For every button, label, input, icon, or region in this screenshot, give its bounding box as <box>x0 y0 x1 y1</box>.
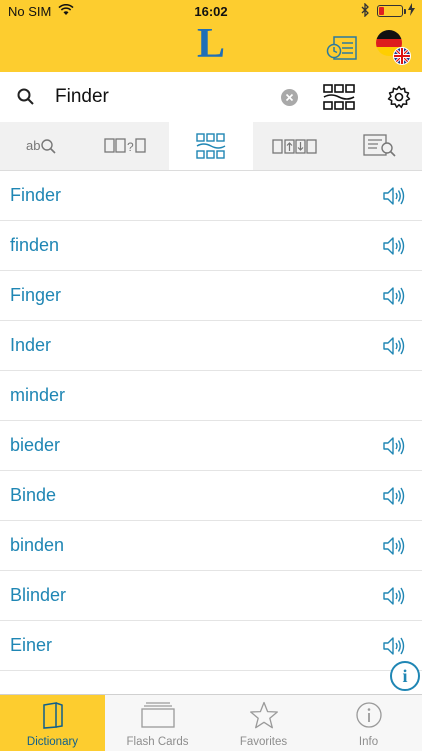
list-item[interactable]: Finger <box>0 271 422 321</box>
language-switch-button[interactable] <box>374 28 412 66</box>
mode-tab-flashcard-transfer[interactable] <box>253 122 337 170</box>
list-item[interactable]: Einer <box>0 621 422 671</box>
result-word: bieder <box>10 435 61 455</box>
list-item[interactable]: Finder <box>0 171 422 221</box>
bluetooth-icon <box>360 2 370 20</box>
result-word: Finder <box>10 185 62 205</box>
svg-text:ab: ab <box>26 138 40 153</box>
search-bar <box>0 72 422 123</box>
tab-label: Favorites <box>239 736 288 748</box>
speaker-icon[interactable] <box>382 185 406 207</box>
word-grid-icon <box>196 133 226 159</box>
gear-icon <box>387 85 411 109</box>
clock: 16:02 <box>194 4 228 19</box>
speaker-icon[interactable] <box>382 335 406 357</box>
search-mode-tabs: ab ? <box>0 122 422 171</box>
tab-label: Info <box>358 736 379 748</box>
speaker-icon[interactable] <box>382 435 406 457</box>
list-item[interactable]: finden <box>0 221 422 271</box>
tab-favorites[interactable]: Favorites <box>211 695 316 751</box>
word-grid-button[interactable] <box>323 84 355 110</box>
speaker-icon[interactable] <box>382 285 406 307</box>
flash-cards-icon <box>105 701 210 729</box>
history-button[interactable] <box>326 34 358 62</box>
speaker-icon[interactable] <box>382 635 406 657</box>
svg-text:?: ? <box>127 140 134 154</box>
bottom-tab-bar: Dictionary Flash Cards Favorites Info <box>0 694 422 751</box>
tab-label: Flash Cards <box>126 736 189 748</box>
tab-info[interactable]: Info <box>316 695 421 751</box>
german-english-flag-icon <box>376 30 411 65</box>
list-item[interactable]: Blinder <box>0 571 422 621</box>
mode-tab-full-text-search[interactable] <box>338 122 422 170</box>
ab-search-icon: ab <box>26 138 56 154</box>
tab-dictionary[interactable]: Dictionary <box>0 695 105 751</box>
list-item[interactable]: Binde <box>0 471 422 521</box>
word-quiz-icon: ? <box>104 138 146 154</box>
battery-icon <box>377 5 406 17</box>
flashcard-transfer-icon <box>272 139 317 154</box>
speaker-icon[interactable] <box>382 485 406 507</box>
list-item[interactable]: binden <box>0 521 422 571</box>
result-word: finden <box>10 235 60 255</box>
speaker-icon[interactable] <box>382 235 406 257</box>
speaker-icon[interactable] <box>382 535 406 557</box>
result-word: binden <box>10 535 65 555</box>
result-word: Binde <box>10 485 57 505</box>
list-item[interactable]: minder <box>0 371 422 421</box>
result-word: Inder <box>10 335 52 355</box>
mode-tab-word-grid[interactable] <box>169 122 253 170</box>
word-grid-icon <box>323 84 355 110</box>
result-word: Blinder <box>10 585 67 605</box>
result-word: minder <box>10 385 66 405</box>
mode-tab-spelling-search[interactable]: ab <box>0 122 84 170</box>
search-icon <box>16 87 36 107</box>
mode-tab-word-quiz[interactable]: ? <box>84 122 168 170</box>
tab-flash-cards[interactable]: Flash Cards <box>105 695 210 751</box>
app-header: No SIM 16:02 L <box>0 0 422 72</box>
close-icon <box>285 93 294 102</box>
settings-button[interactable] <box>387 85 411 109</box>
book-icon <box>0 701 105 729</box>
history-list-icon <box>326 36 357 60</box>
speaker-icon[interactable] <box>382 585 406 607</box>
text-search-icon <box>363 134 396 157</box>
results-list: Finder finden Finger Inder minder bieder… <box>0 171 422 671</box>
star-icon <box>211 701 316 729</box>
search-input[interactable] <box>55 82 275 112</box>
app-logo: L <box>196 21 225 67</box>
charging-icon <box>408 3 415 19</box>
result-word: Einer <box>10 635 53 655</box>
info-icon <box>316 701 421 729</box>
list-item[interactable]: Inder <box>0 321 422 371</box>
info-floating-button[interactable]: i <box>390 661 420 691</box>
list-item[interactable]: bieder <box>0 421 422 471</box>
tab-label: Dictionary <box>26 736 79 748</box>
status-bar: No SIM 16:02 <box>0 0 422 22</box>
clear-search-button[interactable] <box>281 89 298 106</box>
result-word: Finger <box>10 285 62 305</box>
